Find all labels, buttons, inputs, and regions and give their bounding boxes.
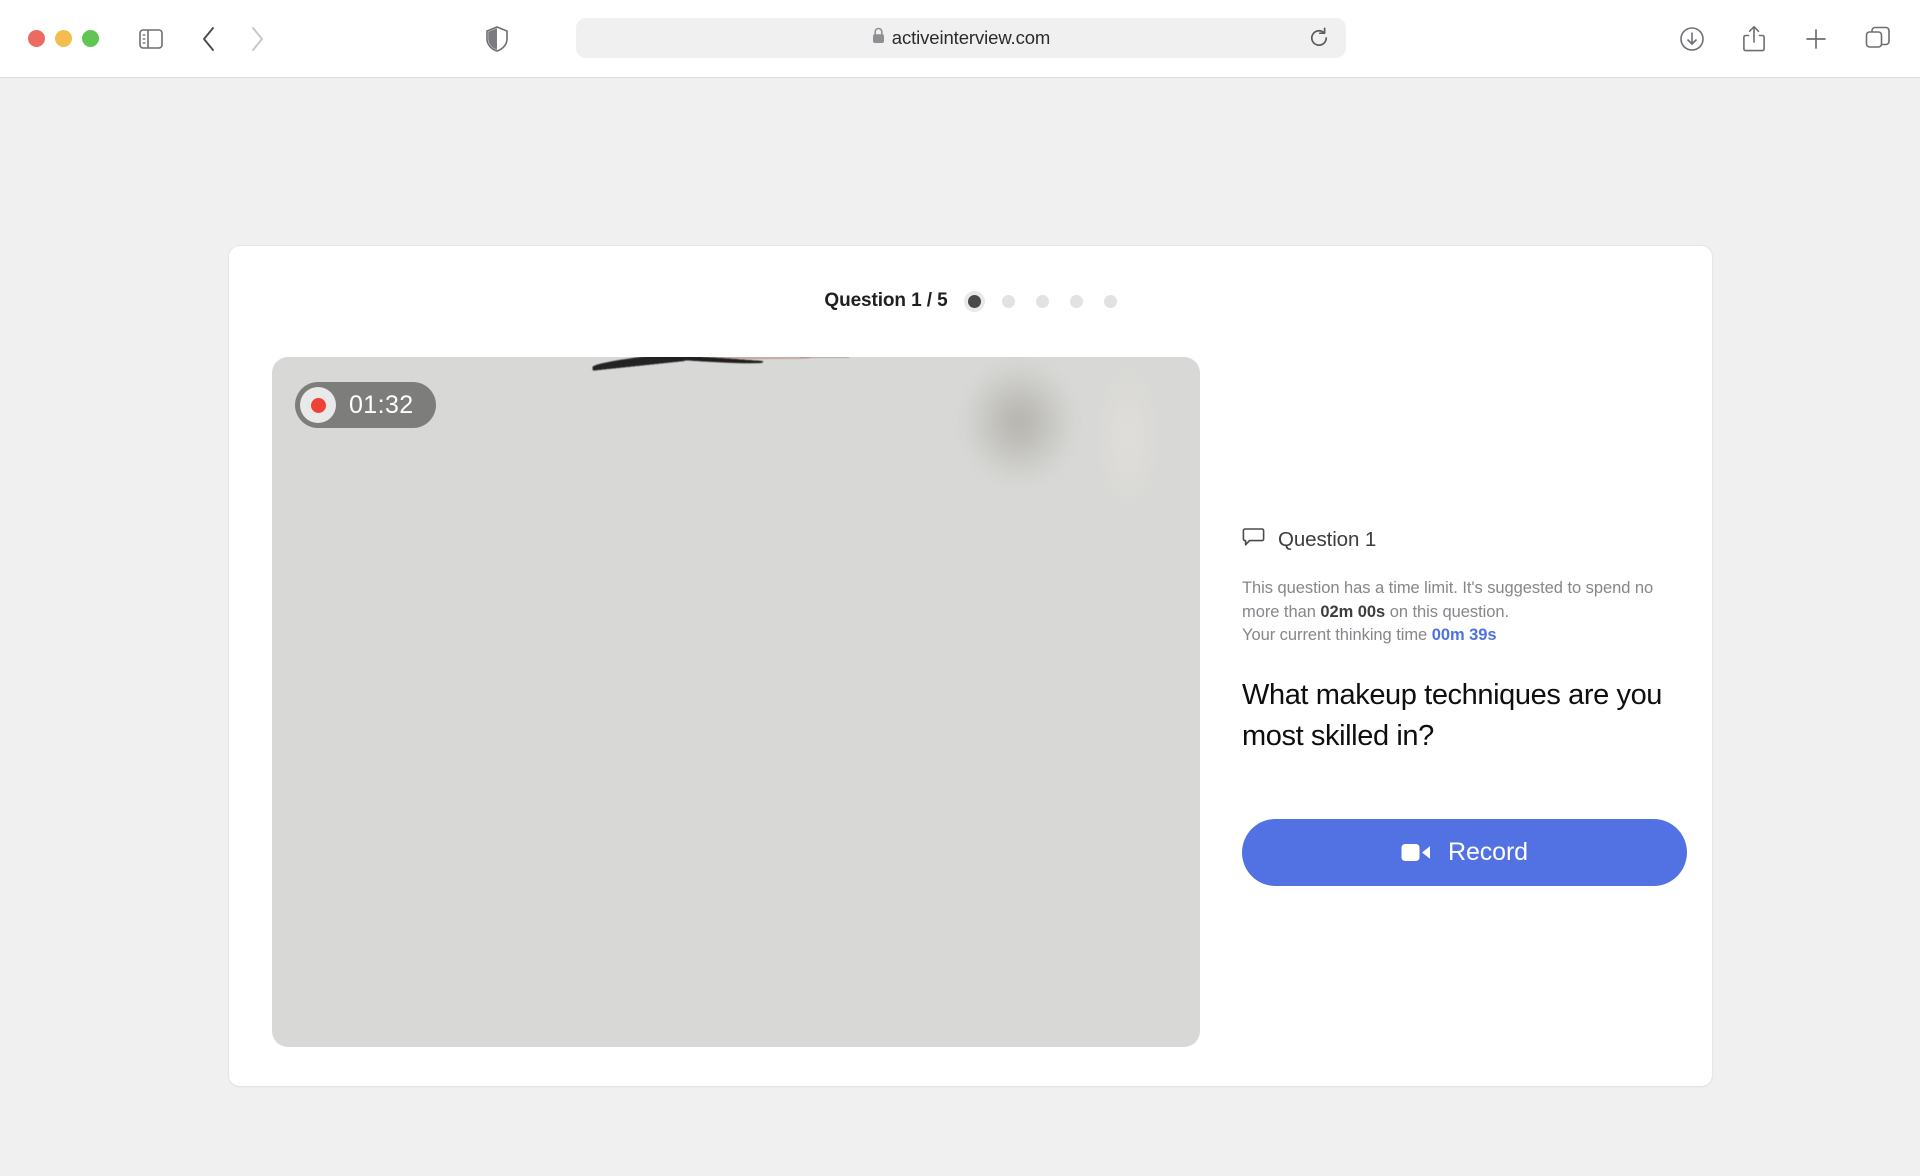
share-icon[interactable] bbox=[1734, 19, 1774, 59]
sidebar-icon[interactable] bbox=[131, 19, 171, 59]
address-bar-content: activeinterview.com bbox=[872, 27, 1051, 49]
time-limit-value: 02m 00s bbox=[1320, 602, 1386, 621]
time-limit-text-suffix: on this question. bbox=[1385, 602, 1510, 621]
chevron-right-icon[interactable] bbox=[237, 19, 277, 59]
question-progress: Question 1 / 5 bbox=[229, 290, 1712, 312]
video-preview[interactable]: 01:32 bbox=[272, 357, 1200, 1047]
progress-dot-3[interactable] bbox=[1035, 294, 1049, 308]
progress-dot-4[interactable] bbox=[1069, 294, 1083, 308]
progress-dot-5[interactable] bbox=[1103, 294, 1117, 308]
downloads-icon[interactable] bbox=[1672, 19, 1712, 59]
thinking-time-label: Your current thinking time bbox=[1242, 626, 1432, 644]
zoom-window-button[interactable] bbox=[82, 30, 99, 47]
record-dot-inner bbox=[310, 397, 326, 413]
progress-dot-1[interactable] bbox=[967, 294, 981, 308]
recording-time: 01:32 bbox=[349, 390, 414, 419]
thumb bbox=[498, 357, 550, 368]
navigation-buttons bbox=[189, 19, 277, 59]
interview-card: Question 1 / 5 01:32 Question 1 This que… bbox=[228, 245, 1713, 1087]
reload-icon[interactable] bbox=[1306, 25, 1332, 51]
close-window-button[interactable] bbox=[28, 30, 45, 47]
speech-bubble-icon bbox=[1242, 526, 1265, 554]
progress-dots bbox=[967, 294, 1117, 308]
finger-pinky bbox=[451, 357, 491, 361]
browser-toolbar: activeinterview.com bbox=[0, 0, 1920, 78]
record-dot-icon bbox=[300, 387, 336, 423]
window-controls bbox=[28, 30, 99, 47]
tab-overview-icon[interactable] bbox=[1858, 19, 1898, 59]
thinking-time-value: 00m 39s bbox=[1431, 626, 1497, 644]
finger-ring bbox=[408, 357, 451, 359]
video-camera-icon bbox=[1401, 842, 1431, 863]
page-background: Question 1 / 5 01:32 Question 1 This que… bbox=[0, 78, 1920, 1176]
minimize-window-button[interactable] bbox=[55, 30, 72, 47]
question-header-label: Question 1 bbox=[1278, 528, 1377, 551]
record-button[interactable]: Record bbox=[1242, 818, 1687, 886]
question-header: Question 1 bbox=[1242, 526, 1694, 554]
question-text: What makeup techniques are you most skil… bbox=[1242, 678, 1663, 752]
recording-timer-badge: 01:32 bbox=[295, 382, 436, 428]
progress-dot-2[interactable] bbox=[1001, 294, 1015, 308]
url-text: activeinterview.com bbox=[891, 27, 1051, 48]
lock-icon bbox=[872, 27, 885, 49]
background-plant bbox=[959, 357, 1080, 487]
chevron-left-icon[interactable] bbox=[189, 19, 229, 59]
finger-middle bbox=[363, 357, 406, 359]
question-meta: This question has a time limit. It's sug… bbox=[1242, 577, 1694, 648]
privacy-shield-icon[interactable] bbox=[477, 19, 517, 59]
address-bar[interactable]: activeinterview.com bbox=[576, 18, 1346, 58]
toolbar-right-actions bbox=[1672, 0, 1898, 78]
record-button-label: Record bbox=[1448, 837, 1528, 866]
progress-label: Question 1 / 5 bbox=[824, 290, 948, 311]
shirt-collar-right bbox=[810, 357, 940, 363]
plus-icon[interactable] bbox=[1796, 19, 1836, 59]
finger-index bbox=[318, 357, 361, 361]
question-panel: Question 1 This question has a time limi… bbox=[1242, 526, 1694, 886]
background-bottle bbox=[1092, 357, 1163, 517]
